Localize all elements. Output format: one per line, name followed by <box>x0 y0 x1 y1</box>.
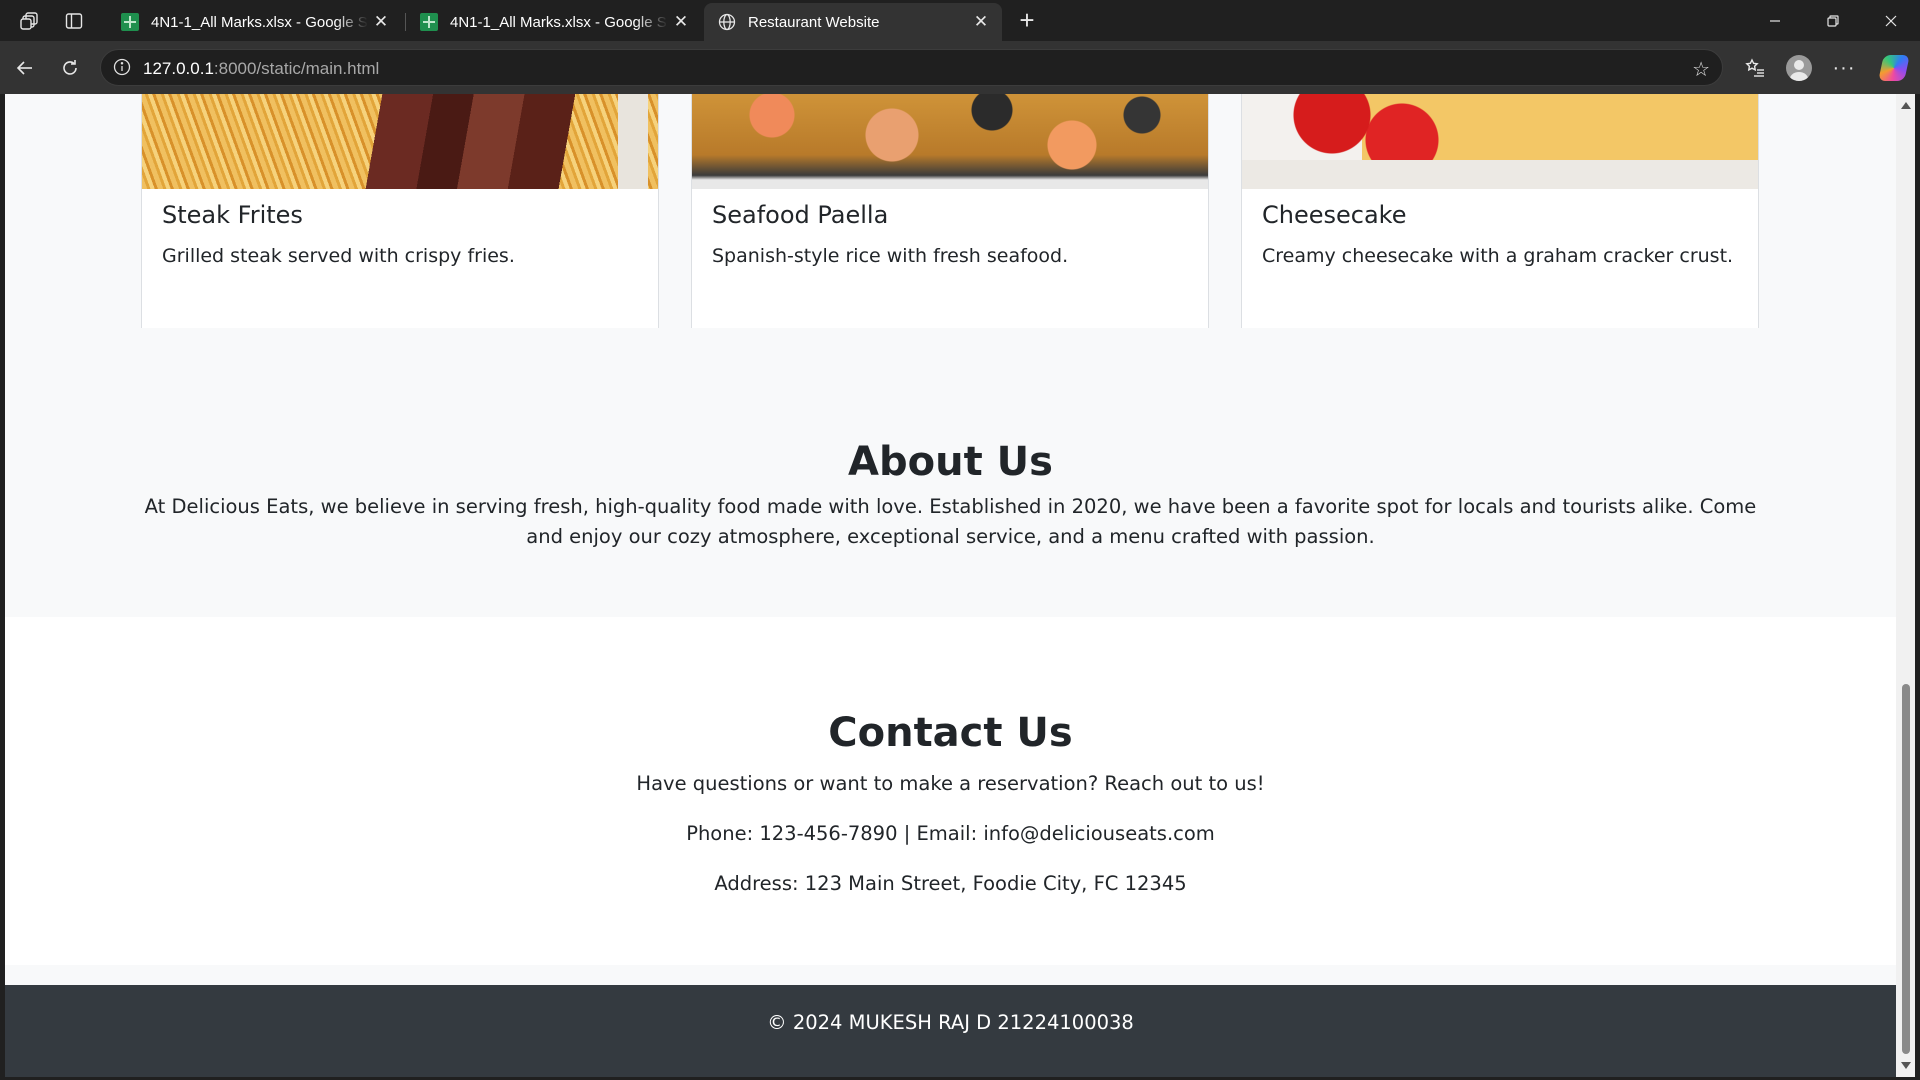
copilot-button[interactable] <box>1878 53 1910 83</box>
contact-heading: Contact Us <box>828 710 1073 756</box>
card-description: Creamy cheesecake with a graham cracker … <box>1262 245 1734 267</box>
tab-title: 4N1-1_All Marks.xlsx - Google Sheets <box>450 13 668 31</box>
tab-strip: 4N1-1_All Marks.xlsx - Google Sheets ✕ 4… <box>0 0 1920 41</box>
url-path: :8000/static/main.html <box>213 59 380 78</box>
about-heading: About Us <box>848 439 1053 485</box>
avatar <box>1786 55 1812 81</box>
tab-title: Restaurant Website <box>748 13 880 31</box>
about-text: At Delicious Eats, we believe in serving… <box>144 495 1757 548</box>
contact-intro: Have questions or want to make a reserva… <box>636 772 1265 795</box>
steak-frites-image <box>142 94 658 189</box>
page-footer: © 2024 MUKESH RAJ D 21224100038 <box>5 985 1896 1077</box>
profile-button[interactable] <box>1784 53 1814 83</box>
tab-title: 4N1-1_All Marks.xlsx - Google Sheets <box>151 13 368 31</box>
contact-address: Address: 123 Main Street, Foodie City, F… <box>714 872 1187 895</box>
tab-restaurant-website[interactable]: Restaurant Website ✕ <box>704 3 1002 41</box>
google-sheets-icon <box>420 13 438 31</box>
address-bar[interactable]: 127.0.0.1:8000/static/main.html ☆ <box>100 49 1723 86</box>
card-description: Grilled steak served with crispy fries. <box>162 245 515 267</box>
new-tab-button[interactable]: + <box>1012 6 1042 36</box>
site-info-icon[interactable] <box>113 58 131 76</box>
close-tab-icon[interactable]: ✕ <box>668 9 694 35</box>
reload-button[interactable] <box>55 53 85 83</box>
globe-icon <box>718 13 736 31</box>
browser-toolbar: 127.0.0.1:8000/static/main.html ☆ ··· <box>0 41 1920 94</box>
scroll-up-arrow[interactable] <box>1901 102 1911 109</box>
workspaces-icon[interactable] <box>18 9 42 33</box>
contact-section: Contact Us Have questions or want to mak… <box>5 617 1896 965</box>
restore-button[interactable] <box>1804 0 1862 41</box>
favorite-star-icon[interactable]: ☆ <box>1692 57 1710 82</box>
google-sheets-icon <box>121 13 139 31</box>
contact-phone-email: Phone: 123-456-7890 | Email: info@delici… <box>686 822 1215 845</box>
page-viewport: Steak Frites Grilled steak served with c… <box>5 94 1896 1077</box>
more-options-icon[interactable]: ··· <box>1829 53 1859 83</box>
seafood-paella-image <box>692 94 1208 189</box>
card-description: Spanish-style rice with fresh seafood. <box>712 245 1069 267</box>
url-host: 127.0.0.1 <box>143 59 214 78</box>
tab-sheets-2[interactable]: 4N1-1_All Marks.xlsx - Google Sheets ✕ <box>406 3 702 41</box>
about-section: About Us At Delicious Eats, we believe i… <box>5 328 1896 617</box>
minimize-button[interactable] <box>1746 0 1804 41</box>
vertical-tabs-icon[interactable] <box>62 9 86 33</box>
back-button[interactable] <box>10 53 40 83</box>
scrollbar-thumb[interactable] <box>1902 684 1910 1054</box>
scroll-down-arrow[interactable] <box>1901 1062 1911 1069</box>
close-tab-icon[interactable]: ✕ <box>968 9 994 35</box>
card-title: Seafood Paella <box>712 201 889 229</box>
close-tab-icon[interactable]: ✕ <box>368 9 394 35</box>
copilot-icon <box>1878 55 1910 81</box>
favorites-icon[interactable] <box>1740 53 1770 83</box>
footer-copyright: © 2024 MUKESH RAJ D 21224100038 <box>767 1011 1134 1034</box>
cheesecake-image <box>1242 94 1758 189</box>
card-title: Cheesecake <box>1262 201 1407 229</box>
card-title: Steak Frites <box>162 201 303 229</box>
tab-sheets-1[interactable]: 4N1-1_All Marks.xlsx - Google Sheets ✕ <box>107 3 402 41</box>
page-scrollbar[interactable] <box>1896 94 1915 1077</box>
url-text[interactable]: 127.0.0.1:8000/static/main.html <box>143 59 379 79</box>
close-window-button[interactable] <box>1862 0 1920 41</box>
